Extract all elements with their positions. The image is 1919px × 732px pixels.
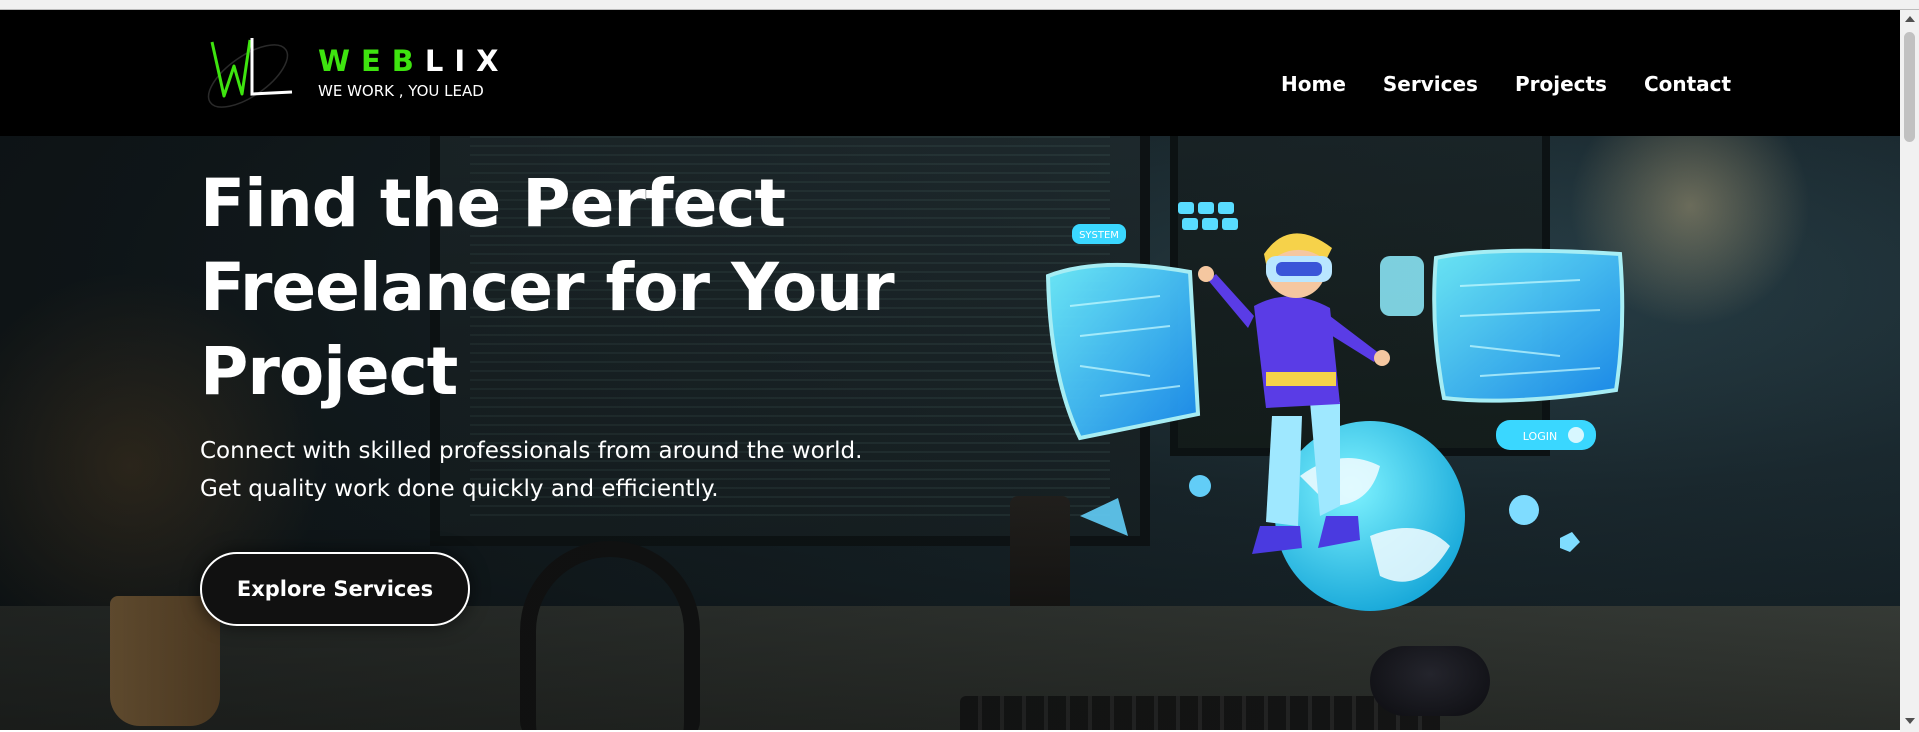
floating-card xyxy=(1380,256,1424,316)
browser-top-edge xyxy=(0,0,1919,10)
nav-link-home[interactable]: Home xyxy=(1281,72,1346,96)
main-nav: Home Services Projects Contact xyxy=(1281,72,1768,96)
floating-orb xyxy=(1189,475,1211,497)
globe xyxy=(1275,421,1465,611)
system-label: SYSTEM xyxy=(1079,230,1119,241)
brand-name: WEBLIX xyxy=(318,44,510,78)
hero-subtitle-line: Get quality work done quickly and effici… xyxy=(200,476,719,502)
brand[interactable]: WEBLIX WE WORK , YOU LEAD xyxy=(318,44,510,100)
left-holo-panel xyxy=(1045,262,1201,441)
floating-bubble xyxy=(1509,495,1539,525)
floating-prism xyxy=(1080,498,1128,536)
nav-link-services[interactable]: Services xyxy=(1383,72,1478,96)
site-header: WEBLIX WE WORK , YOU LEAD Home Services … xyxy=(0,10,1900,136)
login-label: LOGIN xyxy=(1523,430,1557,443)
brand-name-white: LIX xyxy=(424,44,510,78)
wl-logo-icon[interactable] xyxy=(204,34,300,114)
nav-link-projects[interactable]: Projects xyxy=(1515,72,1607,96)
right-holo-panel xyxy=(1432,248,1625,403)
scroll-thumb[interactable] xyxy=(1904,32,1915,142)
scroll-down-arrow-icon[interactable] xyxy=(1905,718,1915,724)
floating-cube xyxy=(1560,532,1580,552)
vr-freelancer-illustration: SYSTEM LOGIN xyxy=(1045,202,1625,611)
hero-title-line: Freelancer for Your xyxy=(200,249,895,326)
brand-tagline: WE WORK , YOU LEAD xyxy=(318,82,484,100)
hero-title-line: Project xyxy=(200,333,458,410)
hero-subtitle-line: Connect with skilled professionals from … xyxy=(200,438,863,464)
nav-link-contact[interactable]: Contact xyxy=(1644,72,1731,96)
explore-services-button[interactable]: Explore Services xyxy=(200,552,470,626)
floating-app-icons xyxy=(1178,202,1238,230)
hero-title-line: Find the Perfect xyxy=(200,165,786,242)
hero-section: Find the Perfect Freelancer for Your Pro… xyxy=(0,136,1900,730)
hero-title: Find the Perfect Freelancer for Your Pro… xyxy=(200,162,960,414)
hero-subtitle: Connect with skilled professionals from … xyxy=(200,432,960,508)
page-scrollbar[interactable] xyxy=(1900,10,1919,732)
scroll-up-arrow-icon[interactable] xyxy=(1905,16,1915,22)
brand-name-green: WEB xyxy=(318,44,425,78)
